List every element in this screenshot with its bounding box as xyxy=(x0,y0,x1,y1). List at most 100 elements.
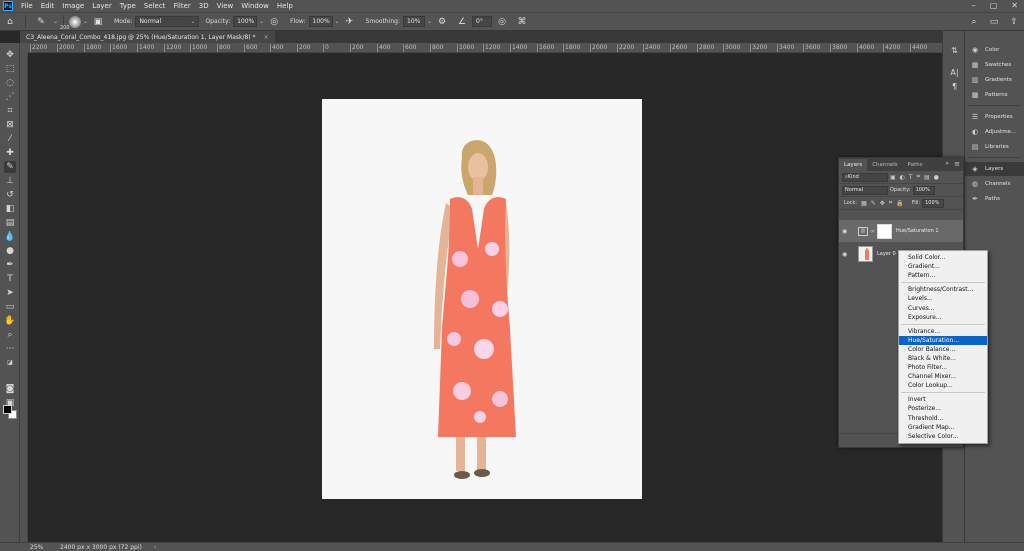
angle-input[interactable]: 0° xyxy=(472,16,493,27)
link-chain-icon[interactable]: ∞ xyxy=(870,228,875,235)
tab-layers[interactable]: Layers xyxy=(839,159,868,171)
dock-properties[interactable]: ☰ Properties xyxy=(965,110,1024,124)
share-icon[interactable]: ⇪ xyxy=(1008,16,1020,28)
pen-tool-icon[interactable]: ✒ xyxy=(4,259,16,271)
marquee-tool-icon[interactable]: ⬚ xyxy=(4,63,16,75)
menu-item-selective-color[interactable]: Selective Color... xyxy=(899,432,987,441)
layer-name[interactable]: Layer 0 xyxy=(877,251,896,257)
dock-libraries[interactable]: ▤ Libraries xyxy=(965,140,1024,154)
brush-tool-icon[interactable]: ✎ xyxy=(35,16,47,28)
menu-item-color-lookup[interactable]: Color Lookup... xyxy=(899,381,987,390)
menu-help[interactable]: Help xyxy=(273,2,297,10)
menu-filter[interactable]: Filter xyxy=(169,2,194,10)
lasso-tool-icon[interactable]: ◌ xyxy=(4,77,16,89)
document-canvas[interactable] xyxy=(322,99,642,499)
chevron-down-icon[interactable]: ⌄ xyxy=(53,18,58,25)
dock-swatches[interactable]: ▦ Swatches xyxy=(965,58,1024,72)
menu-item-black-white[interactable]: Black & White... xyxy=(899,354,987,363)
quick-mask-icon[interactable]: ◙ xyxy=(4,383,16,395)
brush-preset-picker[interactable] xyxy=(69,15,82,28)
menu-item-posterize[interactable]: Posterize... xyxy=(899,404,987,413)
close-tab-icon[interactable]: × xyxy=(264,34,269,41)
flow-input[interactable]: 100% xyxy=(308,16,333,27)
layer-name[interactable]: Hue/Saturation 1 xyxy=(896,228,939,234)
brush-tool-icon[interactable]: ✎ xyxy=(4,161,16,173)
hand-tool-icon[interactable]: ✋ xyxy=(4,315,16,327)
collapse-icon[interactable]: » xyxy=(945,160,949,167)
more-tools-icon[interactable]: ⋯ xyxy=(4,343,16,355)
lock-all-icon[interactable]: 🔒 xyxy=(896,200,903,207)
move-tool-icon[interactable]: ✥ xyxy=(4,49,16,61)
menu-item-gradient-map[interactable]: Gradient Map... xyxy=(899,423,987,432)
chevron-down-icon[interactable]: ⌄ xyxy=(83,18,88,25)
close-window-icon[interactable]: ✕ xyxy=(1011,1,1018,10)
zoom-level-input[interactable]: 25% xyxy=(30,544,52,551)
type-tool-icon[interactable]: T xyxy=(4,273,16,285)
maximize-icon[interactable]: ▢ xyxy=(990,1,998,10)
menu-type[interactable]: Type xyxy=(116,2,140,10)
gradient-tool-icon[interactable]: ▤ xyxy=(4,217,16,229)
symmetry-icon[interactable]: ⌘ xyxy=(516,16,528,28)
menu-item-exposure[interactable]: Exposure... xyxy=(899,313,987,322)
fill-input[interactable]: 100% xyxy=(922,198,945,208)
eye-visibility-icon[interactable]: ◉ xyxy=(842,251,852,258)
brush-settings-icon[interactable]: ▣ xyxy=(92,16,104,28)
pressure-size-icon[interactable]: ◎ xyxy=(496,16,508,28)
kind-filter-select[interactable]: ⌕ Kind xyxy=(842,172,888,182)
menu-view[interactable]: View xyxy=(213,2,238,10)
eyedropper-tool-icon[interactable]: ⁄ xyxy=(4,133,16,145)
menu-item-invert[interactable]: Invert xyxy=(899,395,987,404)
rectangle-tool-icon[interactable]: ▭ xyxy=(4,301,16,313)
menu-image[interactable]: Image xyxy=(58,2,88,10)
tab-paths[interactable]: Paths xyxy=(903,159,928,171)
dock-color[interactable]: ◉ Color xyxy=(965,43,1024,57)
menu-item-vibrance[interactable]: Vibrance... xyxy=(899,327,987,336)
status-menu-caret[interactable]: › xyxy=(154,544,156,551)
blend-mode-select[interactable]: Normal xyxy=(842,185,888,195)
canvas-workspace[interactable] xyxy=(28,53,942,542)
panel-menu-icon[interactable]: ≡ xyxy=(954,160,960,168)
lock-position-icon[interactable]: ✥ xyxy=(880,200,885,207)
quick-select-tool-icon[interactable]: ⋰ xyxy=(4,91,16,103)
menu-3d[interactable]: 3D xyxy=(195,2,213,10)
minimize-icon[interactable]: – xyxy=(972,1,976,10)
eraser-tool-icon[interactable]: ◧ xyxy=(4,203,16,215)
menu-item-brightness-contrast[interactable]: Brightness/Contrast... xyxy=(899,285,987,294)
layer-thumbnail[interactable] xyxy=(858,246,873,262)
dock-layers[interactable]: ◈ Layers xyxy=(965,162,1024,176)
crop-tool-icon[interactable]: ⌗ xyxy=(4,105,16,117)
filter-toggle-icon[interactable]: ● xyxy=(934,174,939,181)
chevron-down-icon[interactable]: ⌄ xyxy=(259,18,264,25)
workspace-icon[interactable]: ▭ xyxy=(988,16,1000,28)
dock-patterns[interactable]: ▩ Patterns xyxy=(965,88,1024,102)
chevron-down-icon[interactable]: ⌄ xyxy=(335,18,340,25)
home-icon[interactable]: ⌂ xyxy=(4,16,16,28)
menu-file[interactable]: File xyxy=(17,2,37,10)
menu-item-channel-mixer[interactable]: Channel Mixer... xyxy=(899,372,987,381)
menu-item-photo-filter[interactable]: Photo Filter... xyxy=(899,363,987,372)
eye-visibility-icon[interactable]: ◉ xyxy=(842,228,852,235)
menu-item-curves[interactable]: Curves... xyxy=(899,303,987,312)
menu-select[interactable]: Select xyxy=(140,2,170,10)
menu-layer[interactable]: Layer xyxy=(88,2,116,10)
filter-type-icon[interactable]: T xyxy=(909,174,913,181)
dock-adjustments[interactable]: ◐ Adjustme... xyxy=(965,125,1024,139)
airbrush-icon[interactable]: ✈ xyxy=(344,16,356,28)
frame-tool-icon[interactable]: ⊠ xyxy=(4,119,16,131)
history-brush-tool-icon[interactable]: ↺ xyxy=(4,189,16,201)
lock-artboard-icon[interactable]: ⌗ xyxy=(889,199,892,207)
character-icon[interactable]: A| xyxy=(949,67,960,78)
path-select-tool-icon[interactable]: ➤ xyxy=(4,287,16,299)
menu-item-gradient[interactable]: Gradient... xyxy=(899,262,987,271)
chevron-down-icon[interactable]: ⌄ xyxy=(427,18,432,25)
gear-icon[interactable]: ⚙ xyxy=(436,16,448,28)
menu-item-hue-saturation[interactable]: Hue/Saturation... xyxy=(899,335,987,345)
foreground-color-swatch[interactable] xyxy=(3,405,12,414)
filter-shape-icon[interactable]: ⌗ xyxy=(917,173,920,181)
clone-stamp-tool-icon[interactable]: ⊥ xyxy=(4,175,16,187)
lock-pixels-icon[interactable]: ✎ xyxy=(871,200,876,207)
ruler-vertical[interactable] xyxy=(20,53,28,542)
menu-item-solid-color[interactable]: Solid Color... xyxy=(899,253,987,262)
paragraph-icon[interactable]: ¶ xyxy=(949,81,960,92)
search-icon[interactable]: ⌕ xyxy=(968,16,980,28)
